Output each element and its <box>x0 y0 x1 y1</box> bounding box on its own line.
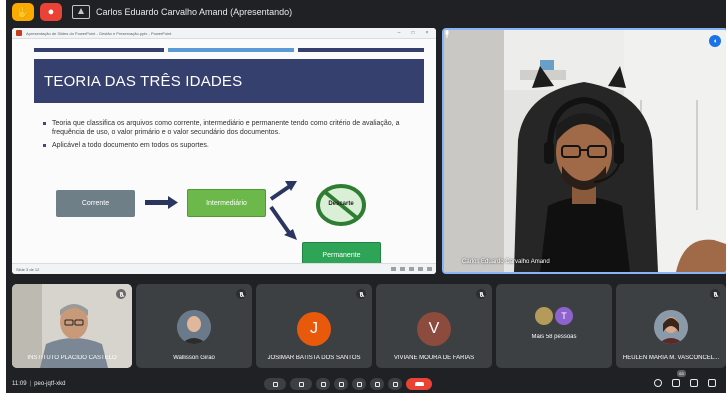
maximize-icon[interactable]: □ <box>408 30 418 36</box>
notes-icon[interactable] <box>391 267 396 271</box>
top-bar: ✋ ● Carlos Eduardo Carvalho Amand (Apres… <box>6 0 726 24</box>
window-title: Apresentação de Slides do PowerPoint - G… <box>26 30 172 36</box>
participant-name: VIVIANE MOURA DE FARIAS <box>393 355 475 361</box>
mic-icon <box>445 30 449 38</box>
powerpoint-titlebar: Apresentação de Slides do PowerPoint - G… <box>12 28 436 39</box>
participant-tile[interactable]: V VIVIANE MOURA DE FARIAS <box>376 284 492 368</box>
slide-sorter-icon[interactable] <box>409 267 414 271</box>
meeting-code: peo-jqtf-xkd <box>34 380 66 387</box>
activities-icon[interactable] <box>708 379 716 387</box>
flow-arrows <box>145 181 297 240</box>
participant-name: INSTITUTO PLACIDO CASTELO <box>27 355 117 361</box>
present-screen-icon <box>72 5 90 19</box>
mic-off-icon <box>476 289 486 299</box>
presenter-label: Carlos Eduardo Carvalho Amand (Apresenta… <box>96 7 293 17</box>
avatar: V <box>417 312 451 346</box>
meeting-toolbar: 11:09 | peo-jqtf-xkd <box>6 374 726 393</box>
raise-hand-icon <box>374 381 380 387</box>
mic-off-icon <box>356 289 366 299</box>
flow-descarte: Descarte <box>328 201 354 207</box>
participant-tile[interactable]: INSTITUTO PLACIDO CASTELO <box>12 284 132 368</box>
speaker-name: Carlos Eduardo Carvalho Amand <box>462 259 550 265</box>
mic-off-icon <box>710 289 720 299</box>
more-participants-tile[interactable]: T Mais 58 pessoas <box>496 284 612 368</box>
speaker-tile[interactable]: Carlos Eduardo Carvalho Amand ◖ <box>442 28 726 274</box>
arrow-up-right-icon <box>269 184 292 201</box>
end-call-icon <box>414 382 424 386</box>
avatar <box>177 310 211 344</box>
emoji-icon <box>338 381 344 387</box>
slide-number: Slide 3 de 12 <box>16 266 40 272</box>
chat-icon[interactable] <box>690 379 698 387</box>
present-button[interactable] <box>352 378 366 390</box>
flow-intermediario: Intermediário <box>187 189 266 217</box>
slide: TEORIA DAS TRÊS IDADES Teoria que classi… <box>12 39 436 268</box>
powerpoint-icon <box>16 30 22 36</box>
avatar: T <box>554 306 574 326</box>
participant-name: JOSIMAR BATISTA DOS SANTOS <box>267 355 361 361</box>
speaker-video <box>444 30 726 272</box>
speaking-indicator-icon: ◖ <box>709 35 721 47</box>
avatar <box>534 306 554 326</box>
captions-icon <box>320 381 326 387</box>
mic-off-icon <box>116 289 126 299</box>
mic-toggle-button[interactable] <box>264 378 286 390</box>
participant-name: Wallisson Girão <box>173 355 215 361</box>
participant-tile[interactable]: Wallisson Girão <box>136 284 252 368</box>
avatar: J <box>297 312 331 346</box>
avatar <box>654 310 688 344</box>
raise-hand-button[interactable] <box>370 378 384 390</box>
clock: 11:09 <box>12 380 27 387</box>
mic-icon <box>272 381 278 387</box>
flow-corrente: Corrente <box>56 190 135 217</box>
arrow-down-right-icon <box>269 205 292 236</box>
camera-toggle-button[interactable] <box>290 378 312 390</box>
reading-view-icon[interactable] <box>418 267 423 271</box>
end-call-button[interactable] <box>406 378 432 390</box>
info-icon[interactable] <box>654 379 662 387</box>
participant-tile[interactable]: J JOSIMAR BATISTA DOS SANTOS <box>256 284 372 368</box>
mic-off-icon <box>236 289 246 299</box>
meet-window: ✋ ● Carlos Eduardo Carvalho Amand (Apres… <box>6 0 726 393</box>
participant-tile[interactable]: HEULEN MARIA M. VASCONCEL... <box>616 284 726 368</box>
more-options-button[interactable] <box>388 378 402 390</box>
people-count-badge: 63 <box>677 370 686 377</box>
separator: | <box>29 380 32 387</box>
captions-button[interactable] <box>316 378 330 390</box>
arrow-right-icon <box>145 200 169 205</box>
normal-view-icon[interactable] <box>400 267 405 271</box>
shared-screen: Apresentação de Slides do PowerPoint - G… <box>12 28 436 274</box>
present-icon <box>356 381 362 387</box>
powerpoint-statusbar: Slide 3 de 12 <box>12 263 436 274</box>
record-icon[interactable]: ● <box>40 3 62 21</box>
emoji-button[interactable] <box>334 378 348 390</box>
camera-icon <box>298 381 304 387</box>
arrow-right-icon <box>168 196 178 209</box>
more-vert-icon <box>392 381 398 387</box>
more-participants-label: Mais 58 pessoas <box>531 334 577 340</box>
people-icon[interactable] <box>672 379 680 387</box>
minimize-icon[interactable]: – <box>394 30 404 36</box>
close-icon[interactable]: × <box>422 30 432 36</box>
hand-icon[interactable]: ✋ <box>12 3 34 21</box>
slideshow-icon[interactable] <box>427 267 432 271</box>
participant-name: HEULEN MARIA M. VASCONCEL... <box>622 355 720 361</box>
